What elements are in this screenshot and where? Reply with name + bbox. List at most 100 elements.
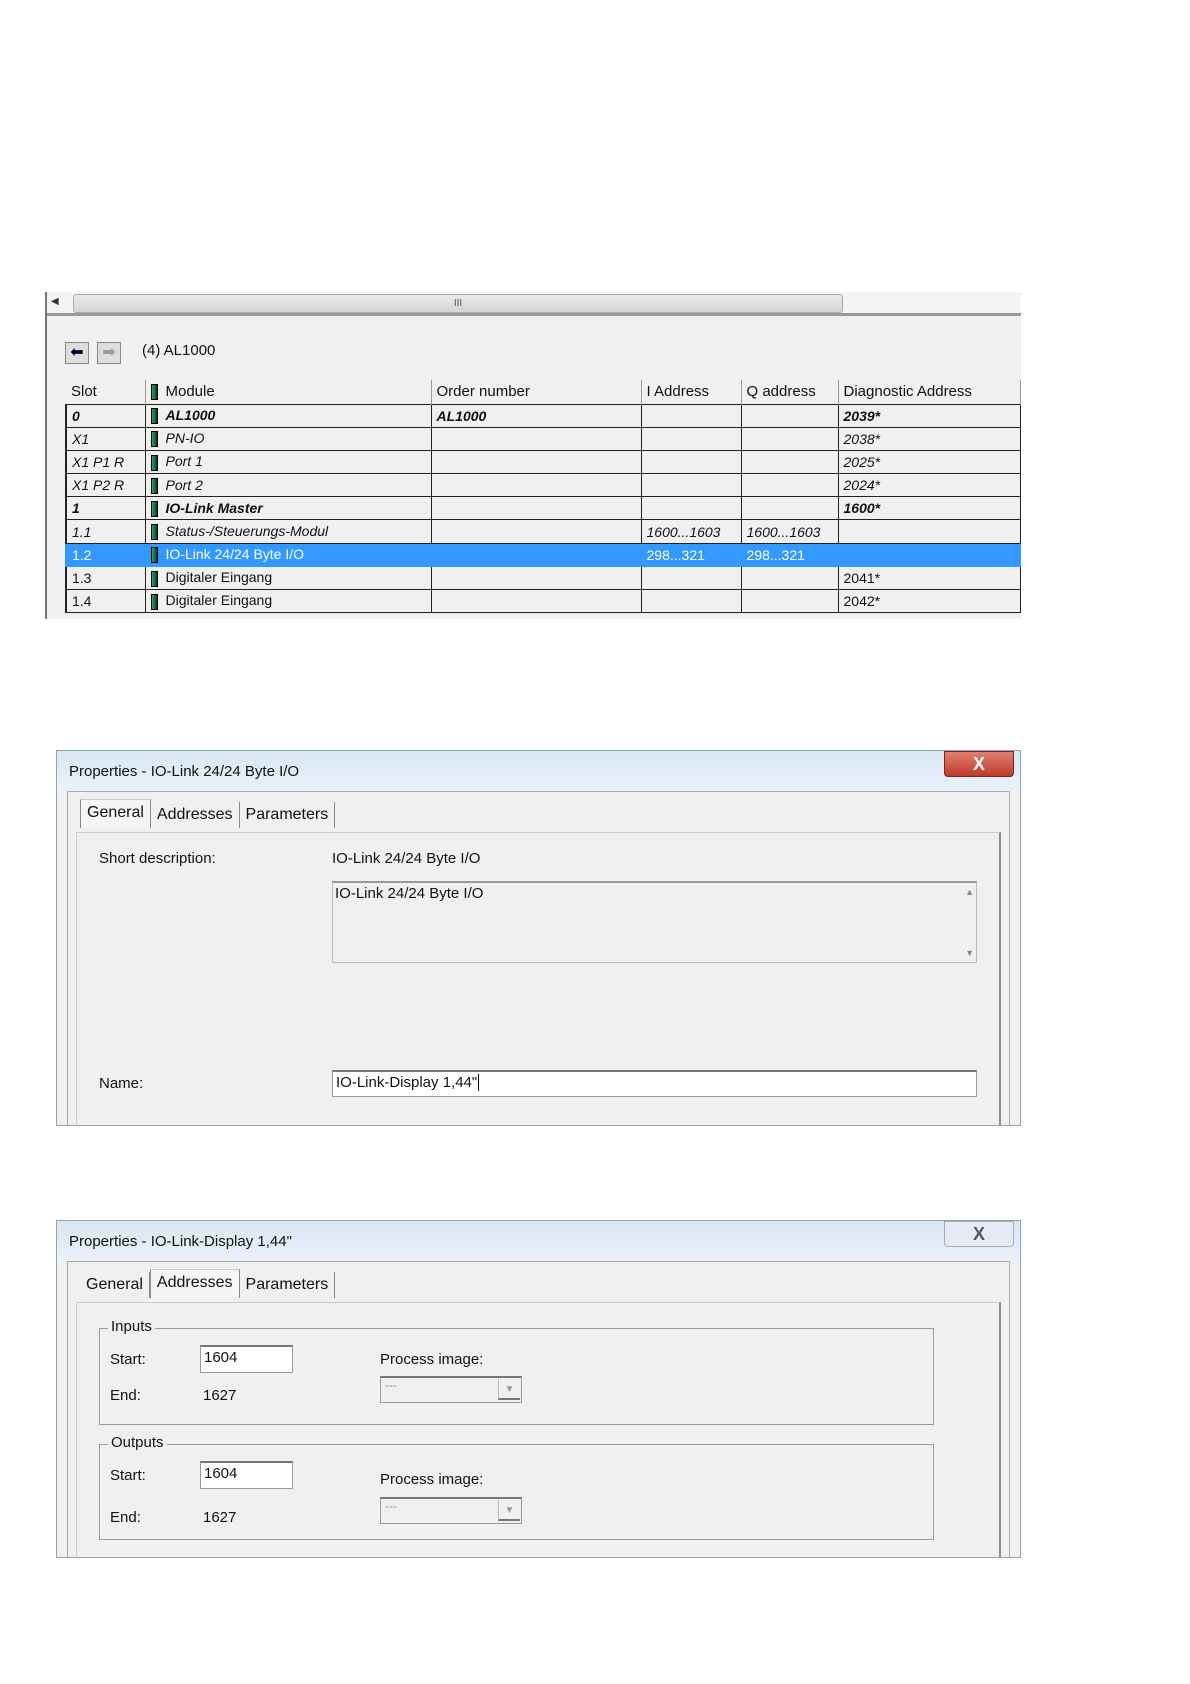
q-address-cell[interactable] (741, 565, 839, 591)
q-address-cell[interactable] (741, 449, 839, 475)
q-address-cell[interactable] (741, 403, 839, 428)
table-row[interactable]: 1.3 Digitaler Eingang 2041* (65, 565, 1021, 591)
q-address-cell[interactable] (741, 588, 839, 614)
module-cell[interactable]: Digitaler Eingang (145, 565, 432, 591)
col-q-address[interactable]: Q address (741, 380, 839, 404)
order-number-cell[interactable] (431, 519, 642, 544)
order-number-cell[interactable] (431, 449, 642, 475)
diag-address-cell[interactable] (838, 519, 1021, 544)
diag-address-cell[interactable]: 2038* (838, 426, 1021, 451)
slot-cell[interactable]: 1 (65, 496, 146, 521)
table-row[interactable]: 1.1 Status-/Steuerungs-Modul 1600...1603 16… (65, 519, 1021, 544)
table-row[interactable]: X1 P1 R Port 1 2025* (65, 449, 1021, 475)
name-input[interactable]: IO-Link-Display 1,44" (332, 1070, 977, 1097)
slot-cell[interactable]: 1.3 (65, 565, 146, 591)
order-number-cell[interactable] (431, 473, 642, 498)
i-address-cell[interactable]: 298...321 (641, 542, 742, 567)
col-slot[interactable]: Slot (66, 380, 146, 404)
scroll-up-icon[interactable]: ▲ (965, 887, 974, 897)
diag-address-cell[interactable]: 1600* (838, 496, 1021, 521)
order-number-cell[interactable] (431, 496, 642, 521)
module-name: AL1000 (165, 406, 216, 423)
inputs-start-input[interactable]: 1604 (200, 1345, 293, 1373)
q-address-cell[interactable]: 298...321 (741, 542, 839, 567)
scroll-left-icon[interactable]: ◀ (51, 296, 65, 312)
slot-cell[interactable]: 1.2 (65, 542, 146, 567)
chevron-down-icon: ▼ (498, 1500, 520, 1521)
slot-cell[interactable]: 1.4 (65, 588, 146, 614)
table-row[interactable]: 1.2 IO-Link 24/24 Byte I/O 298...321 298...… (65, 542, 1021, 567)
module-cell[interactable]: PN-IO (145, 426, 432, 451)
table-row[interactable]: 1.4 Digitaler Eingang 2042* (65, 588, 1021, 614)
col-module-label: Module (165, 383, 215, 401)
close-icon[interactable]: X (944, 1221, 1014, 1247)
diag-address-cell[interactable]: 2042* (838, 588, 1021, 614)
module-cell[interactable]: IO-Link Master (145, 496, 432, 521)
q-address-cell[interactable] (741, 426, 839, 451)
scroll-thumb[interactable]: III (73, 294, 843, 313)
q-address-cell[interactable]: 1600...1603 (741, 519, 839, 544)
order-number-cell[interactable] (431, 588, 642, 614)
tab-addresses[interactable]: Addresses (149, 1269, 240, 1298)
back-arrow-icon[interactable]: ⬅ (65, 342, 89, 364)
slot-cell[interactable]: X1 P1 R (65, 449, 146, 475)
horizontal-scrollbar[interactable]: ◀ III (47, 292, 1021, 316)
diag-address-cell[interactable]: 2041* (838, 565, 1021, 591)
i-address-cell[interactable] (641, 473, 742, 498)
diag-address-cell[interactable] (838, 542, 1021, 567)
module-icon (150, 454, 158, 471)
i-address-cell[interactable] (641, 426, 742, 451)
slot-cell[interactable]: 0 (65, 403, 146, 428)
table-row[interactable]: 1 IO-Link Master 1600* (65, 496, 1021, 521)
diag-address-cell[interactable]: 2039* (838, 403, 1021, 428)
i-address-cell[interactable] (641, 496, 742, 521)
i-address-cell[interactable] (641, 565, 742, 591)
table-row[interactable]: 0 AL1000 AL1000 2039* (65, 403, 1021, 428)
scroll-down-icon[interactable]: ▼ (965, 948, 974, 958)
name-input-value: IO-Link-Display 1,44" (336, 1074, 478, 1091)
tab-general[interactable]: General (80, 1272, 150, 1298)
module-cell[interactable]: Port 2 (145, 473, 432, 498)
outputs-start-input[interactable]: 1604 (200, 1461, 293, 1489)
i-address-cell[interactable] (641, 588, 742, 614)
table-row[interactable]: X1 P2 R Port 2 2024* (65, 473, 1021, 498)
table-row[interactable]: X1 PN-IO 2038* (65, 426, 1021, 451)
tab-parameters[interactable]: Parameters (240, 802, 336, 828)
order-number-cell[interactable] (431, 542, 642, 567)
outputs-process-image-select[interactable]: --- ▼ (380, 1497, 522, 1524)
col-i-address[interactable]: I Address (641, 380, 742, 404)
inputs-process-image-select[interactable]: --- ▼ (380, 1376, 522, 1403)
description-textarea[interactable]: IO-Link 24/24 Byte I/O ▲ ▼ (332, 881, 977, 963)
q-address-cell[interactable] (741, 496, 839, 521)
slot-cell[interactable]: X1 (65, 426, 146, 451)
select-value: --- (385, 1378, 397, 1392)
tab-parameters[interactable]: Parameters (240, 1272, 336, 1298)
col-diag-address[interactable]: Diagnostic Address (838, 380, 1021, 404)
i-address-cell[interactable]: 1600...1603 (641, 519, 742, 544)
slot-cell[interactable]: 1.1 (65, 519, 146, 544)
slot-cell[interactable]: X1 P2 R (65, 473, 146, 498)
module-icon (150, 593, 158, 610)
module-table: Slot Module Order number I Address Q add… (65, 380, 1021, 614)
diag-address-cell[interactable]: 2024* (838, 473, 1021, 498)
order-number-cell[interactable]: AL1000 (431, 403, 642, 428)
i-address-cell[interactable] (641, 403, 742, 428)
i-address-cell[interactable] (641, 449, 742, 475)
module-cell[interactable]: AL1000 (145, 403, 432, 428)
tab-general[interactable]: General (80, 799, 151, 828)
tab-addresses[interactable]: Addresses (151, 802, 240, 828)
inputs-legend: Inputs (108, 1318, 155, 1335)
module-cell[interactable]: Port 1 (145, 449, 432, 475)
col-module[interactable]: Module (145, 380, 432, 404)
close-icon[interactable]: X (944, 751, 1014, 777)
q-address-cell[interactable] (741, 473, 839, 498)
module-cell[interactable]: Status-/Steuerungs-Modul (145, 519, 432, 544)
module-cell[interactable]: IO-Link 24/24 Byte I/O (145, 542, 432, 567)
module-cell[interactable]: Digitaler Eingang (145, 588, 432, 614)
order-number-cell[interactable] (431, 565, 642, 591)
order-number-cell[interactable] (431, 426, 642, 451)
col-order-number[interactable]: Order number (431, 380, 642, 404)
outputs-group: Outputs Start: 1604 End: 1627 Process im… (99, 1434, 934, 1540)
forward-arrow-icon[interactable]: ➡ (97, 342, 121, 364)
diag-address-cell[interactable]: 2025* (838, 449, 1021, 475)
